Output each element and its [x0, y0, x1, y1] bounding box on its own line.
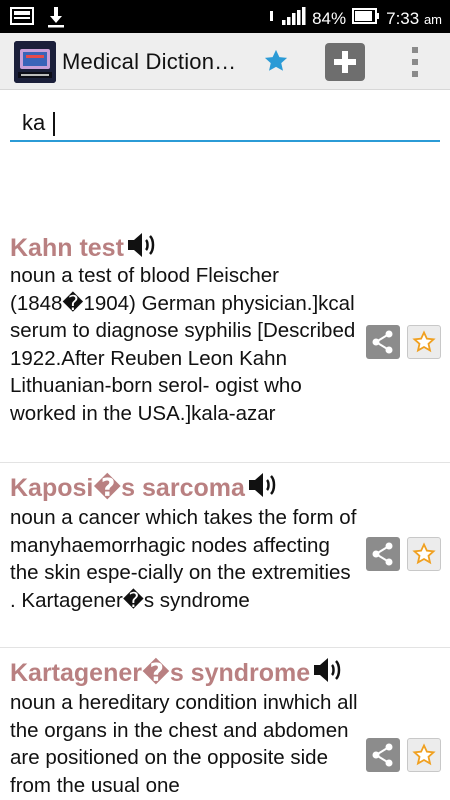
sim-icon	[268, 7, 276, 30]
favorites-star-button[interactable]	[262, 47, 290, 75]
share-button[interactable]	[366, 738, 400, 772]
speaker-icon[interactable]	[312, 656, 344, 691]
battery-percent: 84%	[312, 8, 347, 28]
entry-term[interactable]: Kartagener�s syndrome	[10, 656, 344, 691]
list-item: Kaposi�s sarcoma noun a cancer which tak…	[0, 463, 450, 647]
entry-definition: noun a hereditary condition inwhich all …	[10, 691, 358, 797]
favorite-star-button[interactable]	[407, 325, 441, 359]
list-item: Kartagener�s syndrome noun a hereditary …	[0, 648, 450, 800]
entry-definition: noun a test of blood Fleischer (1848�190…	[10, 264, 356, 425]
signal-icon	[282, 6, 306, 31]
entry-definition: noun a cancer which takes the form of ma…	[10, 506, 357, 612]
overflow-menu-button[interactable]	[405, 45, 425, 79]
battery-icon	[352, 8, 380, 29]
entry-term[interactable]: Kahn test	[10, 231, 158, 266]
text-cursor	[53, 112, 55, 136]
favorite-star-button[interactable]	[407, 537, 441, 571]
clock: 7:33 am	[386, 8, 442, 28]
download-notification-icon	[46, 6, 66, 33]
share-button[interactable]	[366, 325, 400, 359]
entry-term[interactable]: Kaposi�s sarcoma	[10, 471, 279, 506]
speaker-icon[interactable]	[247, 471, 279, 506]
speaker-icon[interactable]	[126, 231, 158, 266]
search-field[interactable]	[10, 106, 440, 142]
image-notification-icon	[10, 6, 34, 33]
app-logo-icon	[14, 41, 56, 83]
status-bar: 84% 7:33 am	[0, 0, 450, 33]
add-button[interactable]	[325, 43, 365, 81]
share-button[interactable]	[366, 537, 400, 571]
search-input[interactable]	[10, 106, 440, 140]
list-item: Kahn test noun a test of blood Fleischer…	[0, 225, 450, 462]
app-title: Medical Diction…	[62, 49, 237, 74]
action-bar: Medical Diction…	[0, 33, 450, 90]
favorite-star-button[interactable]	[407, 738, 441, 772]
